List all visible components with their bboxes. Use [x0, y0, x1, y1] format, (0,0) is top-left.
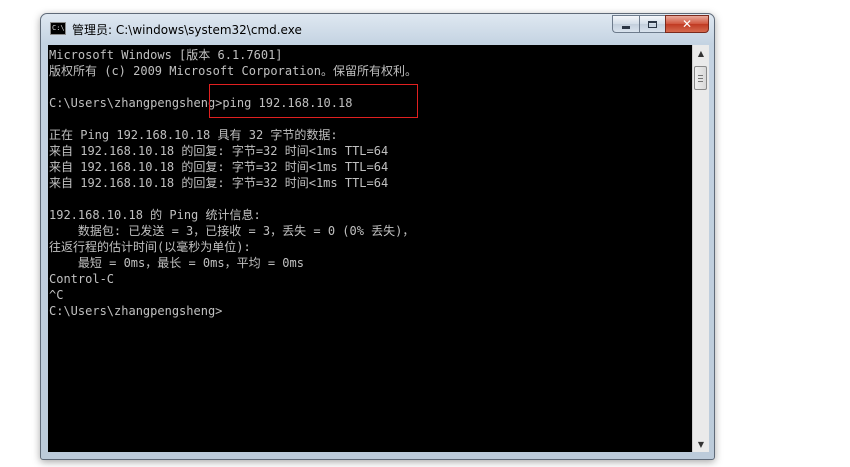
console-line: Microsoft Windows [版本 6.1.7601] — [49, 48, 283, 62]
thumb-grip — [698, 78, 703, 79]
minimize-icon — [622, 25, 630, 29]
console-line: 最短 = 0ms，最长 = 0ms，平均 = 0ms — [49, 256, 304, 270]
cmd-icon[interactable]: C:\ — [50, 22, 66, 35]
console-line: 数据包: 已发送 = 3，已接收 = 3，丢失 = 0 (0% 丢失)， — [49, 224, 415, 238]
title-bar[interactable]: C:\ 管理员: C:\windows\system32\cmd.exe ✕ — [41, 14, 714, 44]
cmd-window: C:\ 管理员: C:\windows\system32\cmd.exe ✕ M… — [40, 13, 715, 460]
console-line: 来自 192.168.10.18 的回复: 字节=32 时间<1ms TTL=6… — [49, 160, 389, 174]
close-button[interactable]: ✕ — [665, 15, 709, 33]
thumb-grip — [698, 75, 703, 76]
console-line: Control-C — [49, 272, 115, 286]
window-title: 管理员: C:\windows\system32\cmd.exe — [72, 23, 302, 37]
command-highlight-box — [209, 84, 418, 118]
scroll-down-icon[interactable]: ▼ — [693, 436, 709, 452]
console-line: C:\Users\zhangpengsheng> — [49, 304, 223, 318]
console-line: 192.168.10.18 的 Ping 统计信息: — [49, 208, 261, 222]
vertical-scrollbar[interactable]: ▲ ▼ — [692, 45, 709, 452]
scroll-up-icon[interactable]: ▲ — [693, 45, 709, 61]
console-line: 来自 192.168.10.18 的回复: 字节=32 时间<1ms TTL=6… — [49, 176, 389, 190]
close-icon: ✕ — [681, 17, 693, 31]
thumb-grip — [698, 81, 703, 82]
minimize-button[interactable] — [612, 15, 639, 33]
console-line: ^C — [49, 288, 64, 302]
console-line: 版权所有 (c) 2009 Microsoft Corporation。保留所有… — [49, 64, 417, 78]
maximize-icon — [648, 20, 657, 28]
maximize-button[interactable] — [639, 15, 665, 33]
scroll-thumb[interactable] — [694, 66, 707, 90]
caption-buttons: ✕ — [612, 15, 709, 33]
console-line: 来自 192.168.10.18 的回复: 字节=32 时间<1ms TTL=6… — [49, 144, 389, 158]
console-line: 往返行程的估计时间(以毫秒为单位): — [49, 240, 251, 254]
console-line: 正在 Ping 192.168.10.18 具有 32 字节的数据: — [49, 128, 338, 142]
